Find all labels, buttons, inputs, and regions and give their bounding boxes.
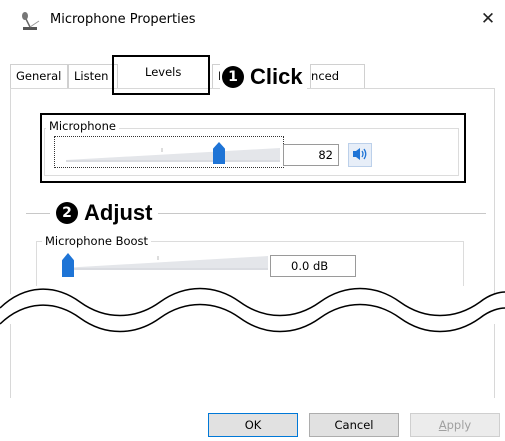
window-title: Microphone Properties xyxy=(50,12,196,27)
cancel-button[interactable]: Cancel xyxy=(309,413,399,437)
apply-label-rest: pply xyxy=(446,418,472,432)
click-callout: 1 Click xyxy=(220,64,307,90)
tab-general[interactable]: General xyxy=(10,64,68,88)
apply-mnemonic: A xyxy=(438,418,447,432)
tab-levels[interactable]: Levels xyxy=(145,65,181,79)
apply-button[interactable]: Apply xyxy=(410,413,500,437)
microphone-group-label: Microphone xyxy=(46,119,119,133)
page-break-wave xyxy=(0,287,505,333)
tab-advanced-label: anced xyxy=(311,69,340,83)
title-bar: Microphone Properties ✕ xyxy=(0,0,505,40)
boost-value: 0.0 dB xyxy=(270,255,356,277)
tab-advanced[interactable]: anced xyxy=(310,64,365,88)
microphone-slider-track xyxy=(66,148,280,162)
microphone-icon xyxy=(20,11,42,31)
mute-toggle-button[interactable] xyxy=(348,143,372,167)
click-instruction: Click xyxy=(250,64,303,89)
close-button[interactable]: ✕ xyxy=(477,8,499,30)
microphone-boost-label: Microphone Boost xyxy=(42,234,152,248)
ok-button[interactable]: OK xyxy=(208,413,298,437)
step-1-badge: 1 xyxy=(222,66,244,88)
adjust-callout: 2 Adjust xyxy=(50,200,159,226)
adjust-instruction: Adjust xyxy=(84,200,153,225)
microphone-properties-dialog: Microphone Properties ✕ General Listen E… xyxy=(0,0,505,441)
microphone-level-value[interactable]: 82 xyxy=(283,144,339,166)
boost-slider-track[interactable] xyxy=(62,256,268,270)
tab-listen[interactable]: Listen xyxy=(68,64,118,88)
step-2-badge: 2 xyxy=(56,202,78,224)
speaker-icon xyxy=(352,147,368,164)
